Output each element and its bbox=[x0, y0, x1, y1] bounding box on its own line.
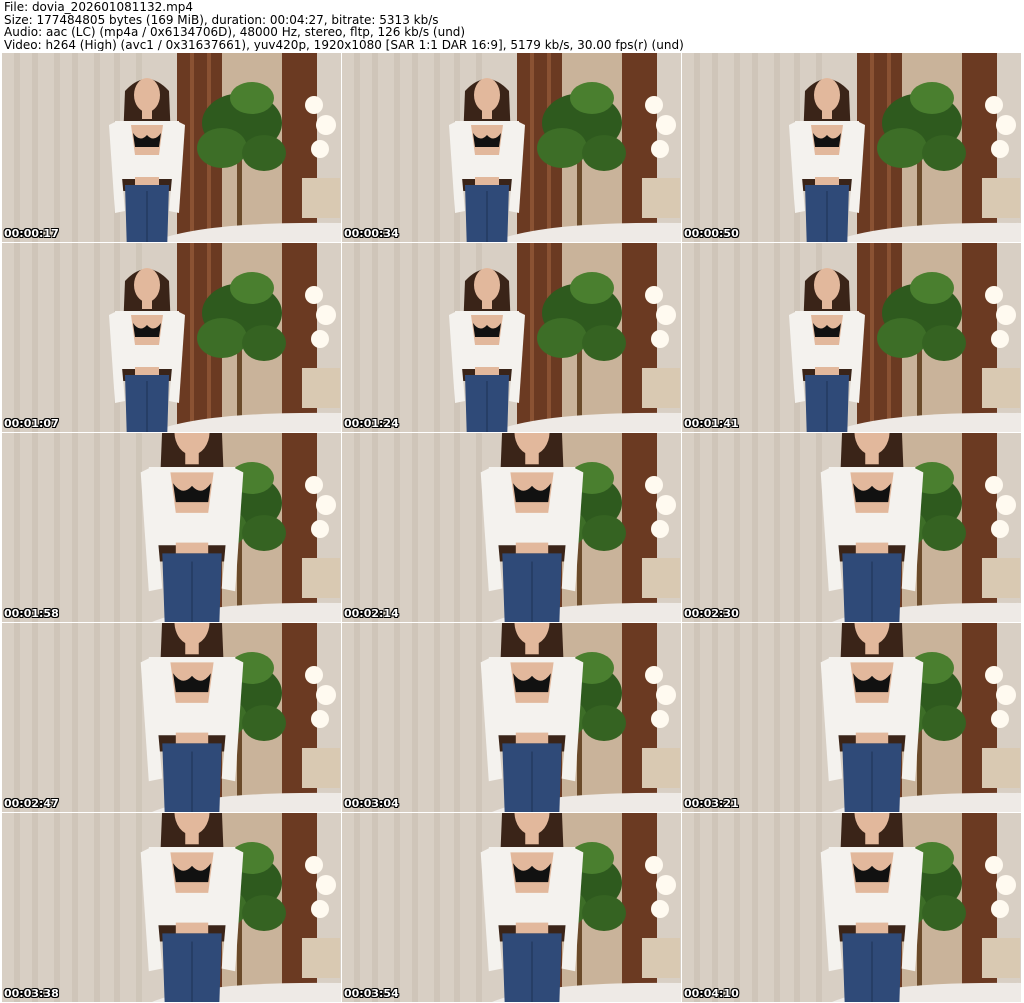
thumbnail-timestamp: 00:03:04 bbox=[344, 797, 399, 810]
video-thumbnail: 00:03:21 bbox=[682, 623, 1021, 812]
thumbnail-timestamp: 00:01:07 bbox=[4, 417, 59, 430]
frame-illustration bbox=[682, 623, 1021, 812]
video-thumbnail: 00:02:30 bbox=[682, 433, 1021, 622]
frame-illustration bbox=[342, 813, 681, 1002]
thumbnail-timestamp: 00:01:58 bbox=[4, 607, 59, 620]
frame-illustration bbox=[682, 243, 1021, 432]
thumbnail-timestamp: 00:01:24 bbox=[344, 417, 399, 430]
frame-illustration bbox=[342, 53, 681, 242]
thumbnail-timestamp: 00:04:10 bbox=[684, 987, 739, 1000]
file-name-line: File: dovia_202601081132.mp4 bbox=[4, 1, 194, 14]
video-thumbnail: 00:01:41 bbox=[682, 243, 1021, 432]
frame-illustration bbox=[2, 623, 341, 812]
thumbnail-timestamp: 00:03:21 bbox=[684, 797, 739, 810]
video-thumbnail: 00:02:47 bbox=[2, 623, 341, 812]
video-thumbnail: 00:00:17 bbox=[2, 53, 341, 242]
frame-illustration bbox=[342, 243, 681, 432]
thumbnail-timestamp: 00:03:54 bbox=[344, 987, 399, 1000]
video-thumbnail: 00:03:38 bbox=[2, 813, 341, 1002]
video-thumbnail: 00:02:14 bbox=[342, 433, 681, 622]
thumbnail-timestamp: 00:00:17 bbox=[4, 227, 59, 240]
frame-illustration bbox=[682, 433, 1021, 622]
audio-info-line: Audio: aac (LC) (mp4a / 0x6134706D), 480… bbox=[4, 26, 466, 39]
thumbnail-timestamp: 00:03:38 bbox=[4, 987, 59, 1000]
frame-illustration bbox=[2, 813, 341, 1002]
frame-illustration bbox=[2, 243, 341, 432]
video-thumbnail: 00:04:10 bbox=[682, 813, 1021, 1002]
frame-illustration bbox=[2, 53, 341, 242]
thumbnail-grid: 00:00:17 00:00:34 00:00:50 00:01:07 00:0… bbox=[2, 53, 1022, 1002]
thumbnail-timestamp: 00:02:47 bbox=[4, 797, 59, 810]
thumbnail-timestamp: 00:01:41 bbox=[684, 417, 739, 430]
frame-illustration bbox=[682, 813, 1021, 1002]
video-thumbnail: 00:01:24 bbox=[342, 243, 681, 432]
file-info-header: File: dovia_202601081132.mp4 Size: 17748… bbox=[4, 1, 1020, 51]
video-thumbnail: 00:00:34 bbox=[342, 53, 681, 242]
frame-illustration bbox=[342, 623, 681, 812]
frame-illustration bbox=[2, 433, 341, 622]
thumbnail-timestamp: 00:02:30 bbox=[684, 607, 739, 620]
thumbnail-timestamp: 00:00:50 bbox=[684, 227, 739, 240]
thumbnail-timestamp: 00:02:14 bbox=[344, 607, 399, 620]
video-thumbnail: 00:00:50 bbox=[682, 53, 1021, 242]
file-size-line: Size: 177484805 bytes (169 MiB), duratio… bbox=[4, 13, 439, 26]
video-info-line: Video: h264 (High) (avc1 / 0x31637661), … bbox=[4, 38, 684, 51]
video-thumbnail: 00:03:54 bbox=[342, 813, 681, 1002]
frame-illustration bbox=[682, 53, 1021, 242]
video-thumbnail: 00:01:07 bbox=[2, 243, 341, 432]
video-thumbnail: 00:03:04 bbox=[342, 623, 681, 812]
video-thumbnail: 00:01:58 bbox=[2, 433, 341, 622]
frame-illustration bbox=[342, 433, 681, 622]
thumbnail-timestamp: 00:00:34 bbox=[344, 227, 399, 240]
